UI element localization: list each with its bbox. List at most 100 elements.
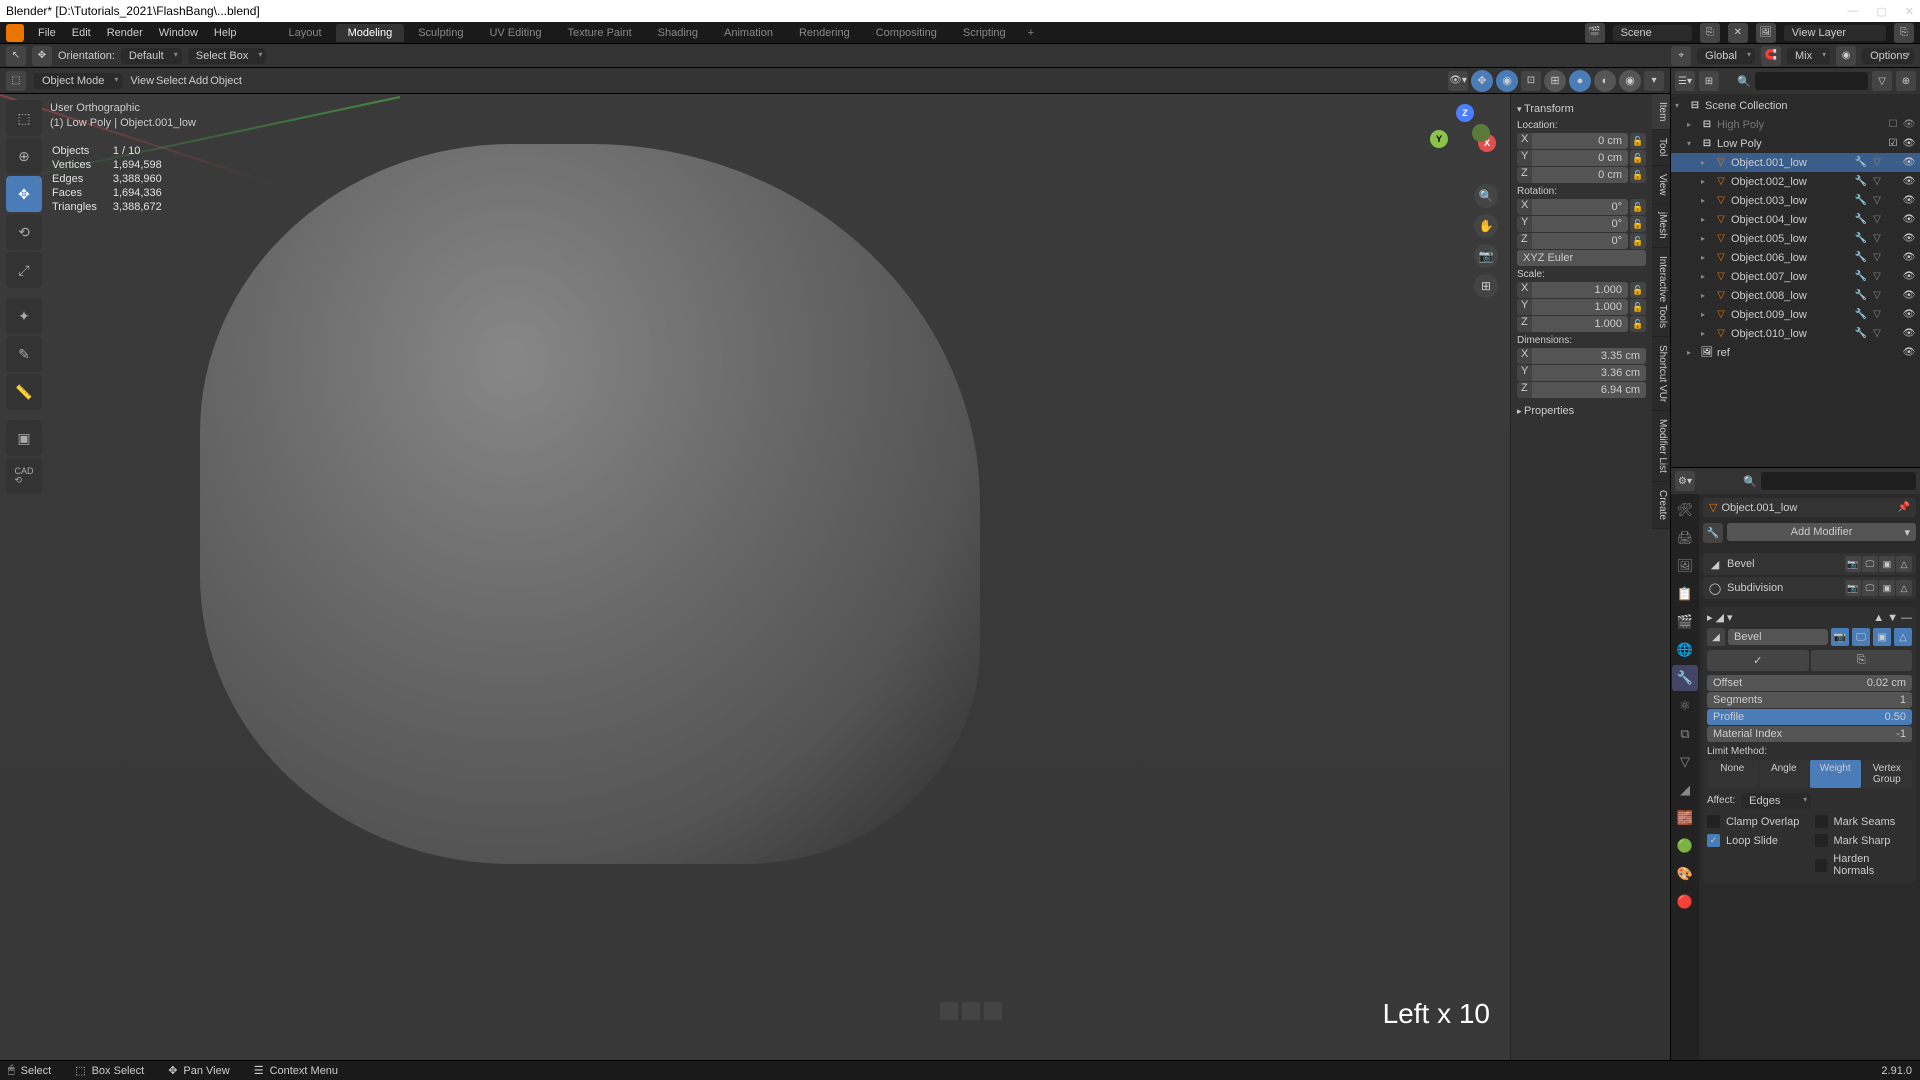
mod-cage-icon[interactable]: △ (1896, 556, 1912, 572)
expand-icon[interactable]: ▾ (1687, 139, 1697, 148)
outliner-row[interactable]: ▸⊟High Poly☐👁 (1671, 115, 1920, 134)
lock-icon[interactable]: 🔓 (1630, 199, 1646, 215)
workspace-tab-animation[interactable]: Animation (712, 24, 785, 42)
cursor-tool-icon[interactable]: ↖ (6, 46, 26, 66)
outliner-item-name[interactable]: Object.002_low (1731, 176, 1851, 188)
outliner-row[interactable]: ▾⊟Scene Collection (1671, 96, 1920, 115)
expand-icon[interactable]: ▸ (1701, 177, 1711, 186)
mesh-data-icon[interactable]: ▽ (1870, 328, 1884, 339)
expand-icon[interactable]: ▸ (1701, 310, 1711, 319)
outliner-item-name[interactable]: Scene Collection (1705, 100, 1913, 112)
visibility-icon[interactable]: 👁 (1902, 138, 1916, 149)
outliner-row[interactable]: ▸▽Object.009_low🔧▽ 👁 (1671, 305, 1920, 324)
lock-icon[interactable]: 🔓 (1630, 316, 1646, 332)
checkbox-mark-seams[interactable]: Mark Seams (1815, 813, 1913, 830)
limit-option-vertex-group[interactable]: Vertex Group (1862, 760, 1913, 788)
mesh-data-icon[interactable]: ▽ (1870, 214, 1884, 225)
workspace-tab-sculpting[interactable]: Sculpting (406, 24, 475, 42)
transform-orientation-icon[interactable]: ⌖ (1671, 46, 1691, 66)
expand-icon[interactable]: ▸ (1701, 234, 1711, 243)
exclude-icon[interactable]: ☐ (1886, 119, 1900, 130)
mesh-data-icon[interactable]: ▽ (1870, 233, 1884, 244)
apply-modifier-button[interactable]: ✓ (1707, 650, 1809, 671)
visibility-icon[interactable]: 👁 (1902, 233, 1916, 244)
shading-options-icon[interactable]: ▾ (1644, 71, 1664, 91)
zoom-icon[interactable]: 🔍 (1474, 184, 1498, 208)
outliner-display-mode-icon[interactable]: ☰▾ (1675, 71, 1695, 91)
modifier-icon[interactable]: 🔧 (1854, 176, 1868, 187)
properties-search-input[interactable] (1761, 472, 1916, 490)
filter-icon[interactable]: ▽ (1872, 71, 1892, 91)
mod-render-icon[interactable]: 📷 (1845, 580, 1861, 596)
property-tab-10[interactable]: ◢ (1672, 777, 1698, 803)
sidebar-tab-shortcut-vur[interactable]: Shortcut VUr (1652, 337, 1670, 411)
mesh-data-icon[interactable]: ▽ (1870, 290, 1884, 301)
property-tab-4[interactable]: 🎬 (1672, 609, 1698, 635)
property-tab-3[interactable]: 📋 (1672, 581, 1698, 607)
overlay-toggle-icon[interactable]: ◉ (1496, 70, 1518, 92)
blender-logo-icon[interactable] (6, 24, 24, 42)
properties-type-icon[interactable]: ⚙▾ (1675, 471, 1695, 491)
property-tab-2[interactable]: 🖼 (1672, 553, 1698, 579)
outliner-row[interactable]: ▸▽Object.006_low🔧▽ 👁 (1671, 248, 1920, 267)
menu-help[interactable]: Help (206, 25, 245, 41)
property-tab-9[interactable]: ▽ (1672, 749, 1698, 775)
property-tab-0[interactable]: 🛠 (1672, 497, 1698, 523)
mesh-data-icon[interactable]: ▽ (1870, 252, 1884, 263)
pin-icon[interactable]: 📌 (1898, 502, 1910, 513)
workspace-tab-modeling[interactable]: Modeling (336, 24, 405, 42)
property-tab-11[interactable]: 🧱 (1672, 805, 1698, 831)
scene-browse-icon[interactable]: 🎬 (1585, 23, 1605, 43)
outliner-row[interactable]: ▸▽Object.007_low🔧▽ 👁 (1671, 267, 1920, 286)
proportional-edit-icon[interactable]: ◉ (1836, 46, 1856, 66)
workspace-tab-layout[interactable]: Layout (277, 24, 334, 42)
drag-action-dropdown[interactable]: Select Box (188, 48, 267, 64)
outliner-item-name[interactable]: Object.007_low (1731, 271, 1851, 283)
checkbox-harden-normals[interactable]: Harden Normals (1815, 851, 1913, 879)
mesh-data-icon[interactable]: ▽ (1870, 309, 1884, 320)
viewport-menu-object[interactable]: Object (210, 75, 242, 87)
checkbox-icon[interactable] (1707, 815, 1720, 828)
workspace-add-button[interactable]: + (1020, 24, 1042, 42)
modifier-realtime-icon[interactable]: ▾ (1727, 611, 1733, 624)
gizmo-z-axis[interactable]: Z (1456, 104, 1474, 122)
outliner-row[interactable]: ▸▽Object.003_low🔧▽ 👁 (1671, 191, 1920, 210)
lock-icon[interactable]: 🔓 (1630, 299, 1646, 315)
gizmo-neg-y[interactable] (1472, 124, 1490, 142)
rotate-tool[interactable]: ⟲ (6, 214, 42, 250)
options-dropdown[interactable]: Options (1862, 48, 1914, 64)
sidebar-tab-interactive-tools[interactable]: Interactive Tools (1652, 248, 1670, 337)
outliner-row[interactable]: ▸▽Object.008_low🔧▽ 👁 (1671, 286, 1920, 305)
dim-x-field[interactable]: X3.35 cm (1517, 348, 1646, 364)
location-x-field[interactable]: X0 cm (1517, 133, 1628, 149)
outliner-item-name[interactable]: Object.006_low (1731, 252, 1851, 264)
expand-icon[interactable]: ▸ (1701, 253, 1711, 262)
copy-modifier-button[interactable]: ⎘ (1811, 650, 1913, 671)
select-box-tool[interactable]: ⬚ (6, 100, 42, 136)
outliner-item-name[interactable]: Object.001_low (1731, 157, 1851, 169)
rotation-mode-dropdown[interactable]: XYZ Euler (1517, 250, 1646, 266)
rendered-shading-icon[interactable]: ◉ (1619, 70, 1641, 92)
menu-window[interactable]: Window (151, 25, 206, 41)
breadcrumb-object[interactable]: Object.001_low (1721, 502, 1797, 514)
workspace-tab-shading[interactable]: Shading (646, 24, 710, 42)
property-tab-5[interactable]: 🌐 (1672, 637, 1698, 663)
add-cube-tool[interactable]: ▣ (6, 420, 42, 456)
outliner-item-name[interactable]: Object.008_low (1731, 290, 1851, 302)
scale-x-field[interactable]: X1.000 (1517, 282, 1628, 298)
viewport-menu-view[interactable]: View (130, 75, 154, 87)
checkbox-icon[interactable] (1815, 815, 1828, 828)
expand-icon[interactable]: ▸ (1687, 348, 1697, 357)
mesh-data-icon[interactable]: ▽ (1870, 271, 1884, 282)
outliner-view-icon[interactable]: ⊞ (1699, 71, 1719, 91)
snap-icon[interactable]: 🧲 (1761, 46, 1781, 66)
rotation-y-field[interactable]: Y0° (1517, 216, 1628, 232)
outliner-row[interactable]: ▸🖼ref👁 (1671, 343, 1920, 362)
outliner-item-name[interactable]: ref (1717, 347, 1899, 359)
property-tab-1[interactable]: 🖨 (1672, 525, 1698, 551)
visibility-icon[interactable]: 👁 (1902, 214, 1916, 225)
visibility-icon[interactable]: 👁 (1902, 271, 1916, 282)
outliner-item-name[interactable]: Low Poly (1717, 138, 1883, 150)
wireframe-shading-icon[interactable]: ⊞ (1544, 70, 1566, 92)
modifier-display-edit-icon[interactable]: ▣ (1873, 628, 1891, 646)
